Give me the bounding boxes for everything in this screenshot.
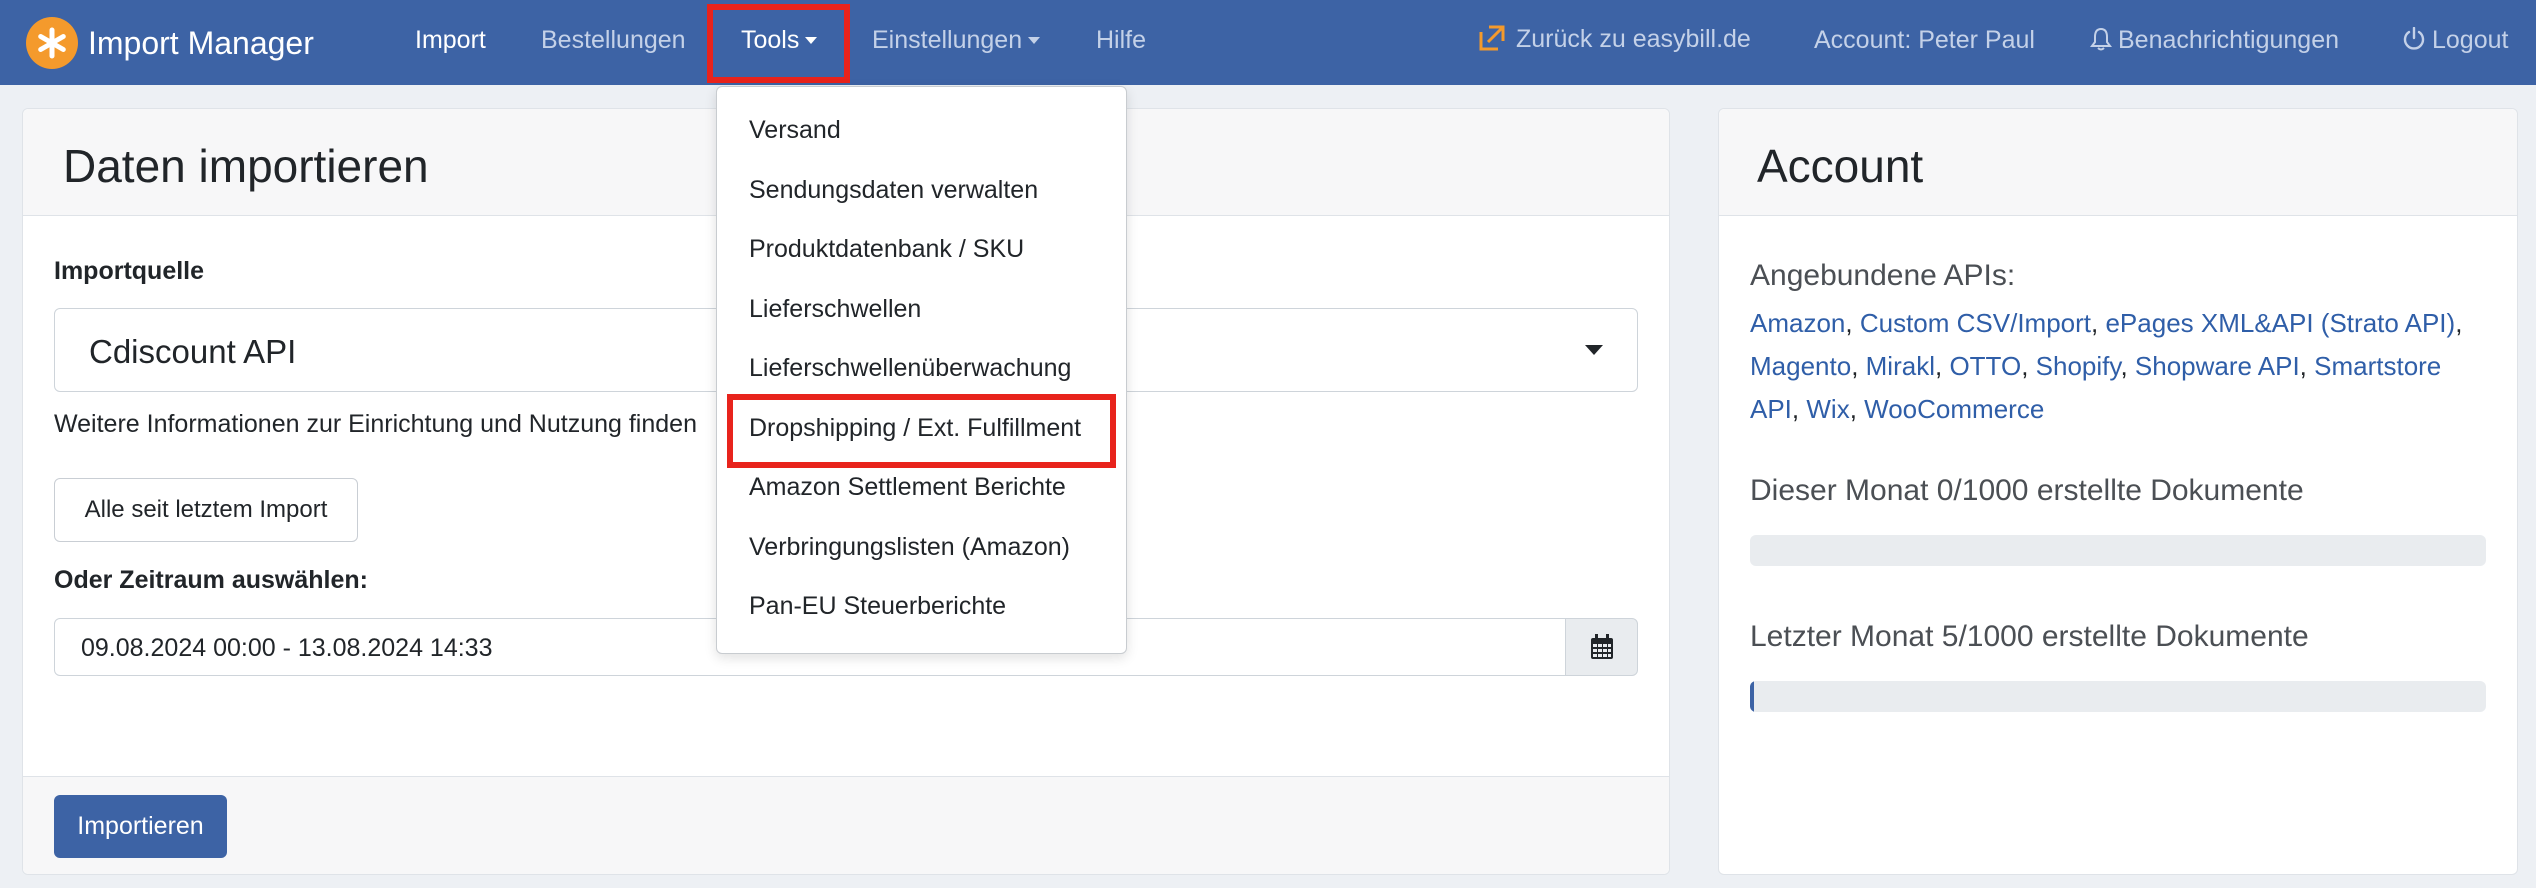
menu-item-versand[interactable]: Versand (749, 116, 841, 145)
nav-import[interactable]: Import (415, 26, 486, 55)
import-card-footer (23, 776, 1669, 874)
menu-item-amazon-settlement[interactable]: Amazon Settlement Berichte (749, 473, 1066, 502)
api-link[interactable]: ePages XML&API (Strato API) (2105, 308, 2455, 338)
date-range-value: 09.08.2024 00:00 - 13.08.2024 14:33 (81, 634, 493, 662)
back-to-easybill-label: Zurück zu easybill.de (1516, 25, 1751, 53)
tools-dropdown-menu: Versand Sendungsdaten verwalten Produktd… (716, 86, 1127, 654)
menu-item-produktdatenbank[interactable]: Produktdatenbank / SKU (749, 235, 1024, 264)
help-text: Weitere Informationen zur Einrichtung un… (54, 410, 697, 438)
api-link[interactable]: Mirakl (1866, 351, 1935, 381)
menu-item-lieferschwellenueberwachung[interactable]: Lieferschwellenüberwachung (749, 354, 1071, 383)
logout-link[interactable]: Logout (2402, 26, 2508, 55)
calendar-button[interactable] (1565, 618, 1638, 676)
this-month-usage: Dieser Monat 0/1000 erstellte Dokumente (1750, 474, 2304, 507)
menu-item-lieferschwellen[interactable]: Lieferschwellen (749, 295, 921, 324)
api-link[interactable]: Shopware API (2135, 351, 2300, 381)
nav-hilfe[interactable]: Hilfe (1096, 26, 1146, 55)
last-month-progress (1750, 681, 2486, 712)
power-icon (2403, 26, 2425, 50)
api-separator: , (1845, 308, 1860, 338)
api-separator: , (1851, 351, 1866, 381)
notifications-link[interactable]: Benachrichtigungen (2090, 26, 2339, 55)
api-separator: , (2021, 351, 2036, 381)
this-month-progress (1750, 535, 2486, 566)
account-card-title: Account (1757, 140, 1924, 192)
account-link[interactable]: Account: Peter Paul (1814, 26, 2035, 55)
import-source-value: Cdiscount API (89, 333, 297, 370)
nav-bestellungen[interactable]: Bestellungen (541, 26, 686, 55)
menu-item-pan-eu[interactable]: Pan-EU Steuerberichte (749, 592, 1006, 621)
menu-item-verbringungslisten[interactable]: Verbringungslisten (Amazon) (749, 533, 1070, 562)
period-label: Oder Zeitraum auswählen: (54, 566, 368, 594)
api-separator: , (2091, 308, 2106, 338)
account-card-header: Account (1719, 109, 2517, 216)
import-submit-button[interactable]: Importieren (54, 795, 227, 858)
import-card-title: Daten importieren (63, 140, 429, 192)
top-navbar: Import Manager Import Bestellungen Tools… (0, 0, 2536, 85)
api-link[interactable]: WooCommerce (1864, 394, 2044, 424)
external-link-icon (1479, 25, 1505, 51)
since-last-import-button[interactable]: Alle seit letztem Import (54, 478, 358, 542)
api-link[interactable]: Custom CSV/Import (1860, 308, 2091, 338)
connected-apis-list: Amazon, Custom CSV/Import, ePages XML&AP… (1750, 302, 2470, 431)
bell-icon (2090, 27, 2112, 51)
brand[interactable]: Import Manager (26, 17, 314, 69)
logout-label: Logout (2432, 26, 2509, 54)
last-month-progress-fill (1750, 681, 1754, 712)
dropshipping-highlight-box (727, 394, 1116, 468)
last-month-usage: Letzter Monat 5/1000 erstellte Dokumente (1750, 620, 2309, 653)
caret-down-icon (1585, 345, 1603, 355)
import-source-label: Importquelle (54, 257, 205, 285)
api-separator: , (2455, 308, 2463, 338)
calendar-icon (1590, 634, 1613, 659)
api-link[interactable]: Amazon (1750, 308, 1845, 338)
nav-einstellungen-label: Einstellungen (872, 26, 1023, 54)
api-link[interactable]: Wix (1806, 394, 1849, 424)
notifications-label: Benachrichtigungen (2118, 26, 2339, 54)
api-link[interactable]: Magento (1750, 351, 1851, 381)
chevron-down-icon (1028, 37, 1041, 44)
api-separator: , (1934, 351, 1950, 381)
api-separator: , (2120, 351, 2135, 381)
api-link[interactable]: OTTO (1949, 351, 2021, 381)
nav-einstellungen[interactable]: Einstellungen (872, 26, 1041, 55)
back-to-easybill-link[interactable]: Zurück zu easybill.de (1478, 24, 1751, 54)
connected-apis-label: Angebundene APIs: (1750, 259, 2016, 292)
api-link[interactable]: Shopify (2036, 351, 2121, 381)
menu-item-sendungsdaten[interactable]: Sendungsdaten verwalten (749, 176, 1038, 205)
tools-highlight-box (707, 4, 850, 83)
api-separator: , (1791, 394, 1807, 424)
api-separator: , (2299, 351, 2315, 381)
api-separator: , (1849, 394, 1865, 424)
brand-title: Import Manager (88, 24, 314, 61)
asterisk-logo-icon (26, 17, 78, 69)
